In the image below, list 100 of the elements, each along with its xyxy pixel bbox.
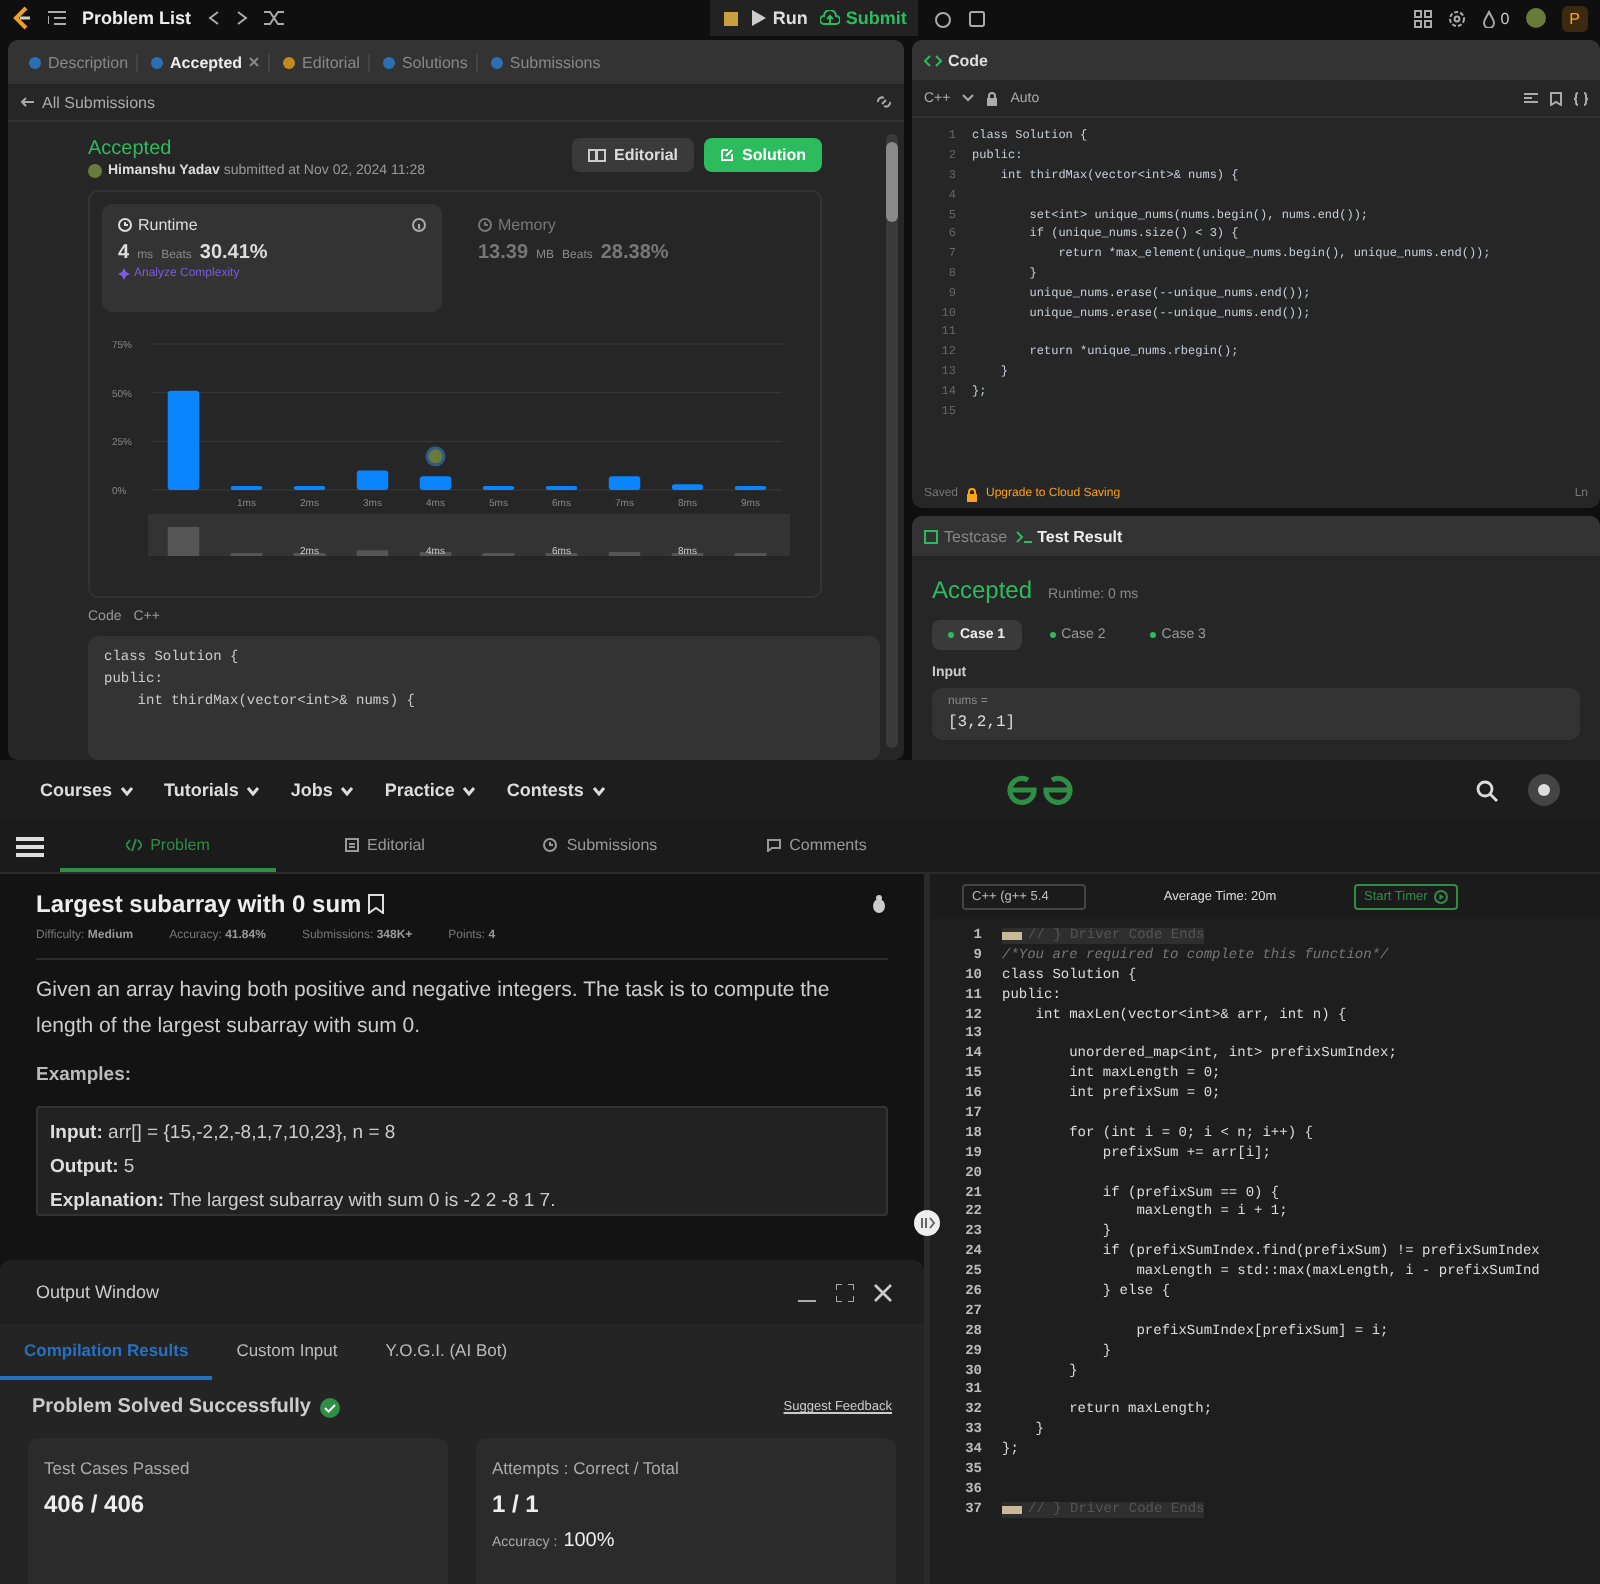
panel-tab[interactable]: Accepted — [142, 53, 271, 71]
avatar-icon — [88, 164, 102, 178]
tab-icon — [150, 55, 165, 69]
nav-menu[interactable]: Courses — [40, 780, 135, 800]
list-icon — [48, 10, 66, 26]
scrollbar[interactable] — [886, 134, 898, 748]
tab-icon — [282, 55, 297, 69]
drop-icon — [1482, 9, 1497, 27]
tab-icon — [381, 55, 396, 69]
tab-icon — [343, 837, 360, 851]
streak-counter[interactable]: 0 — [1482, 9, 1510, 27]
info-icon — [412, 218, 426, 232]
debug-icon — [722, 9, 741, 27]
chevron-icon — [340, 785, 355, 795]
chevron-icon — [462, 785, 477, 795]
clock-icon — [118, 218, 132, 232]
output-tab[interactable]: Y.O.G.I. (AI Bot) — [361, 1324, 532, 1380]
premium-button[interactable]: P — [1561, 5, 1588, 31]
panel-tab[interactable]: Description — [20, 53, 139, 71]
window-title: Output Window — [36, 1282, 160, 1302]
example-line: Output: 5 — [50, 1154, 137, 1180]
resize-handle[interactable] — [914, 1210, 940, 1236]
stat-value: 13.39 — [478, 242, 529, 264]
example-line: Input: arr[] = {15,-2,2,-8,1,7,10,23}, n = 8 — [50, 1120, 398, 1146]
back-arrow-icon — [20, 96, 34, 108]
alarm-icon — [934, 9, 953, 27]
problem-tab[interactable]: Problem — [60, 820, 276, 872]
problem-list-link[interactable]: Problem List — [82, 8, 192, 28]
bookmark-icon — [367, 894, 384, 914]
card-label: Test Cases Passed — [44, 1458, 192, 1478]
shuffle-icon — [263, 10, 284, 26]
bar[interactable] — [167, 390, 200, 490]
tab-icon — [126, 837, 143, 851]
bar[interactable] — [608, 476, 641, 490]
submit-button[interactable]: Submit — [819, 8, 907, 28]
stat-value: 4 — [118, 242, 130, 264]
book-icon — [587, 148, 606, 162]
stat-label: Memory — [498, 216, 556, 234]
result-tab[interactable]: Test Result — [1015, 527, 1123, 545]
beats-value: 30.41% — [199, 242, 268, 264]
editorial-button[interactable]: Editorial — [571, 138, 694, 172]
card-value: 1 / 1 — [492, 1490, 541, 1518]
theme-toggle-icon — [1528, 774, 1561, 806]
avatar-marker — [425, 446, 446, 467]
cloud-upload-icon — [819, 10, 840, 26]
chevron-icon — [591, 785, 606, 795]
beats-value: 28.38% — [600, 242, 669, 264]
output-tab[interactable]: Custom Input — [212, 1324, 362, 1380]
link-icon — [876, 96, 892, 108]
panel-title: Code — [948, 51, 988, 69]
note-icon — [968, 9, 987, 27]
play-circle-icon — [1433, 889, 1448, 903]
card-value: 406 / 406 — [44, 1490, 147, 1518]
stat-label: Runtime — [138, 216, 198, 234]
problem-tab[interactable]: Editorial — [276, 820, 492, 872]
bar[interactable] — [356, 470, 389, 490]
logo-icon — [1004, 774, 1077, 806]
bar[interactable] — [671, 484, 704, 490]
example-line: Explanation: The largest subarray with sum 0 is -2 2 -8 1 7. — [50, 1188, 558, 1214]
examples-heading: Examples: — [36, 1064, 134, 1086]
sparkle-icon — [118, 268, 130, 280]
tab-icon — [765, 837, 782, 851]
avatar-icon — [1525, 8, 1546, 28]
next-icon — [235, 10, 248, 26]
minimize-icon — [798, 1299, 816, 1301]
problem-tab[interactable]: Comments — [708, 820, 924, 872]
chevron-icon — [246, 785, 261, 795]
nav-menu[interactable]: Tutorials — [164, 780, 261, 800]
bookmark-icon — [1550, 91, 1562, 105]
nav-menu[interactable]: Jobs — [290, 780, 355, 800]
run-button[interactable]: Run — [752, 8, 808, 28]
checkbox-icon — [924, 529, 938, 543]
panel-tab[interactable]: Solutions — [373, 53, 478, 71]
success-message: Problem Solved Successfully — [32, 1396, 311, 1418]
chevron-icon — [120, 785, 135, 795]
tab-icon — [542, 837, 559, 851]
terminal-icon — [1015, 529, 1032, 543]
bar[interactable] — [419, 476, 452, 490]
format-icon — [1524, 91, 1538, 105]
edit-icon — [720, 148, 734, 162]
nav-menu[interactable]: Practice — [384, 780, 477, 800]
braces-icon — [1574, 91, 1588, 105]
lock-icon — [986, 91, 999, 105]
nav-menu[interactable]: Contests — [506, 780, 606, 800]
all-submissions-link[interactable]: All Submissions — [42, 93, 155, 111]
problem-title: Largest subarray with 0 sum — [36, 890, 362, 918]
problem-tab[interactable]: Submissions — [492, 820, 708, 872]
previous-icon — [207, 10, 220, 26]
search-icon — [1476, 779, 1499, 801]
result-tab[interactable]: Testcase — [924, 527, 1008, 545]
grid-icon — [1414, 9, 1433, 27]
close-icon — [248, 56, 261, 68]
check-circle-icon — [319, 1397, 339, 1417]
play-icon — [752, 10, 767, 26]
panel-tab[interactable]: Submissions — [481, 53, 609, 71]
menu-icon — [16, 835, 44, 857]
result-status: Accepted — [932, 576, 1033, 604]
card-label: Attempts : Correct / Total — [492, 1458, 681, 1478]
accuracy-value: 100% — [563, 1530, 615, 1552]
panel-tab[interactable]: Editorial — [274, 53, 370, 71]
